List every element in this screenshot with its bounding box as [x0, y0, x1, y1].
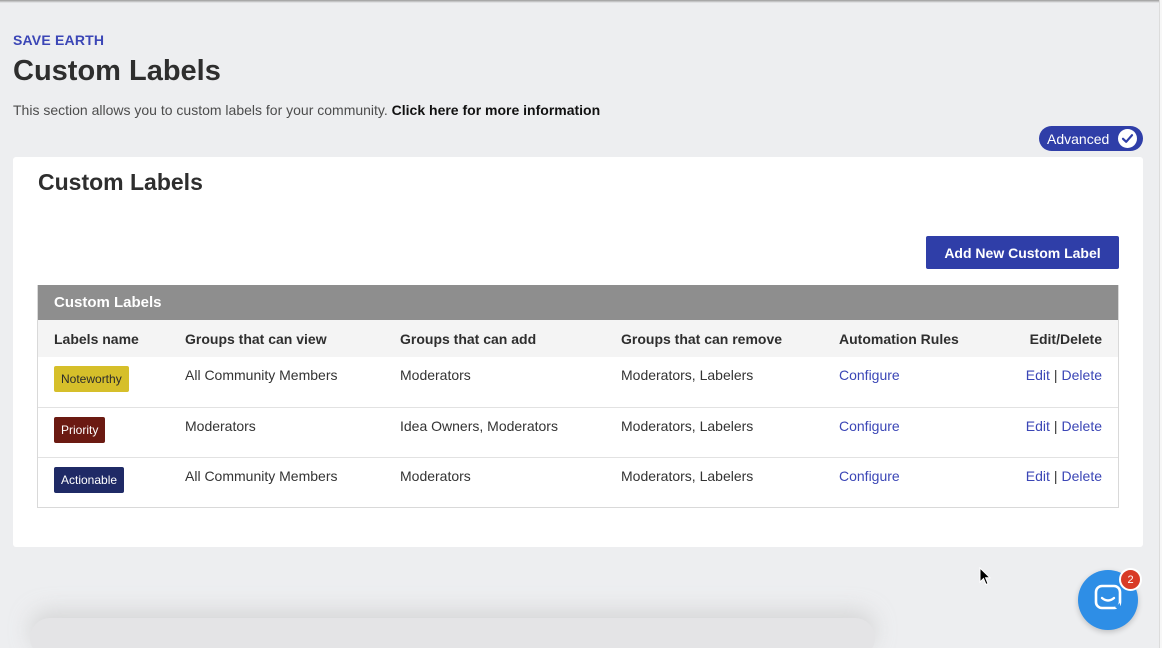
column-header-labels-name: Labels name [54, 330, 139, 347]
column-header-groups-view: Groups that can view [185, 330, 327, 347]
edit-link[interactable]: Edit [1026, 468, 1050, 484]
column-header-groups-add: Groups that can add [400, 330, 537, 347]
mouse-cursor-icon [979, 566, 992, 591]
edit-link[interactable]: Edit [1026, 367, 1050, 383]
groups-add-cell: Idea Owners, Moderators [400, 418, 558, 434]
groups-add-cell: Moderators [400, 468, 471, 484]
separator: | [1053, 418, 1058, 434]
page-title: Custom Labels [13, 55, 221, 87]
advanced-badge: Advanced [1039, 126, 1143, 151]
page-description: This section allows you to custom labels… [13, 102, 1143, 118]
check-circle-icon [1118, 129, 1137, 148]
label-chip: Priority [54, 417, 106, 443]
add-new-custom-label-button[interactable]: Add New Custom Label [926, 236, 1119, 269]
table-row: Priority Moderators Idea Owners, Moderat… [38, 407, 1118, 457]
advanced-badge-label: Advanced [1047, 130, 1110, 147]
groups-remove-cell: Moderators, Labelers [621, 367, 754, 383]
page-header: SAVE EARTH Custom Labels This section al… [13, 32, 1143, 118]
column-header-groups-remove: Groups that can remove [621, 330, 783, 347]
edit-delete-cell: Edit | Delete [1026, 468, 1102, 484]
custom-labels-card: Custom Labels Add New Custom Label Custo… [13, 157, 1143, 547]
top-shadow [0, 0, 1162, 3]
delete-link[interactable]: Delete [1062, 468, 1102, 484]
edit-link[interactable]: Edit [1026, 418, 1050, 434]
groups-add-cell: Moderators [400, 367, 471, 383]
label-chip: Actionable [54, 467, 125, 493]
table-row: Noteworthy All Community Members Moderat… [38, 357, 1118, 407]
delete-link[interactable]: Delete [1062, 367, 1102, 383]
groups-view-cell: All Community Members [185, 468, 338, 484]
label-chip: Noteworthy [54, 366, 129, 392]
separator: | [1053, 367, 1058, 383]
table-caption: Custom Labels [38, 285, 1118, 320]
groups-remove-cell: Moderators, Labelers [621, 418, 754, 434]
table-header-row: Labels name Groups that can view Groups … [38, 320, 1118, 357]
chat-bubble-icon [1093, 583, 1123, 618]
column-header-automation-rules: Automation Rules [839, 330, 959, 347]
custom-labels-table: Custom Labels Labels name Groups that ca… [37, 285, 1119, 508]
description-text: This section allows you to custom labels… [13, 102, 388, 118]
configure-link[interactable]: Configure [839, 367, 900, 383]
org-name: SAVE EARTH [13, 32, 105, 48]
delete-link[interactable]: Delete [1062, 418, 1102, 434]
edit-delete-cell: Edit | Delete [1026, 367, 1102, 383]
bottom-fade-panel [30, 618, 875, 648]
card-title: Custom Labels [38, 169, 203, 195]
configure-link[interactable]: Configure [839, 418, 900, 434]
more-info-link[interactable]: Click here for more information [392, 102, 600, 118]
groups-remove-cell: Moderators, Labelers [621, 468, 754, 484]
groups-view-cell: All Community Members [185, 367, 338, 383]
configure-link[interactable]: Configure [839, 468, 900, 484]
edit-delete-cell: Edit | Delete [1026, 418, 1102, 434]
groups-view-cell: Moderators [185, 418, 256, 434]
unread-count-badge: 2 [1119, 568, 1142, 591]
separator: | [1053, 468, 1058, 484]
column-header-edit-delete: Edit/Delete [1029, 330, 1102, 347]
table-row: Actionable All Community Members Moderat… [38, 457, 1118, 507]
